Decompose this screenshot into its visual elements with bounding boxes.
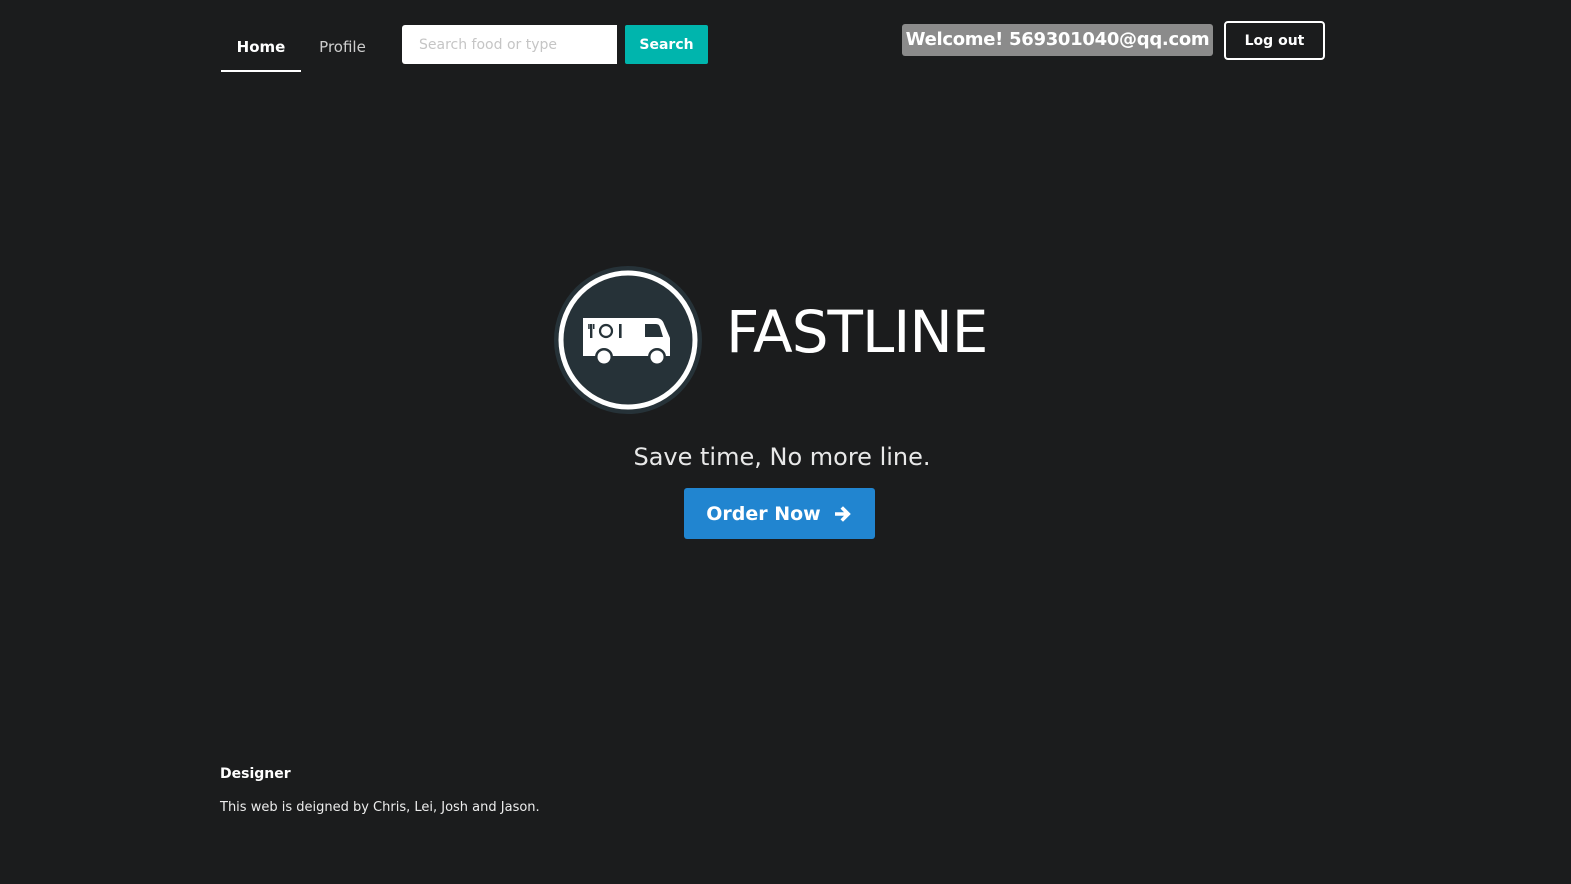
search-input[interactable] <box>402 25 617 64</box>
food-truck-icon <box>553 265 703 415</box>
welcome-badge: Welcome! 569301040@qq.com <box>902 24 1213 56</box>
brand-title: FASTLINE <box>726 298 988 366</box>
tagline: Save time, No more line. <box>633 443 931 471</box>
search-button[interactable]: Search <box>625 25 708 64</box>
footer-heading: Designer <box>220 766 291 782</box>
logout-button[interactable]: Log out <box>1224 21 1325 60</box>
nav-item-home[interactable]: Home <box>221 23 301 72</box>
order-now-button[interactable]: Order Now <box>684 488 875 539</box>
arrow-right-icon <box>833 504 853 524</box>
top-nav: Home Profile Search Welcome! 569301040@q… <box>0 0 1571 80</box>
nav-item-profile[interactable]: Profile <box>305 23 380 72</box>
footer-text: This web is deigned by Chris, Lei, Josh … <box>220 800 540 815</box>
order-now-label: Order Now <box>706 502 821 525</box>
